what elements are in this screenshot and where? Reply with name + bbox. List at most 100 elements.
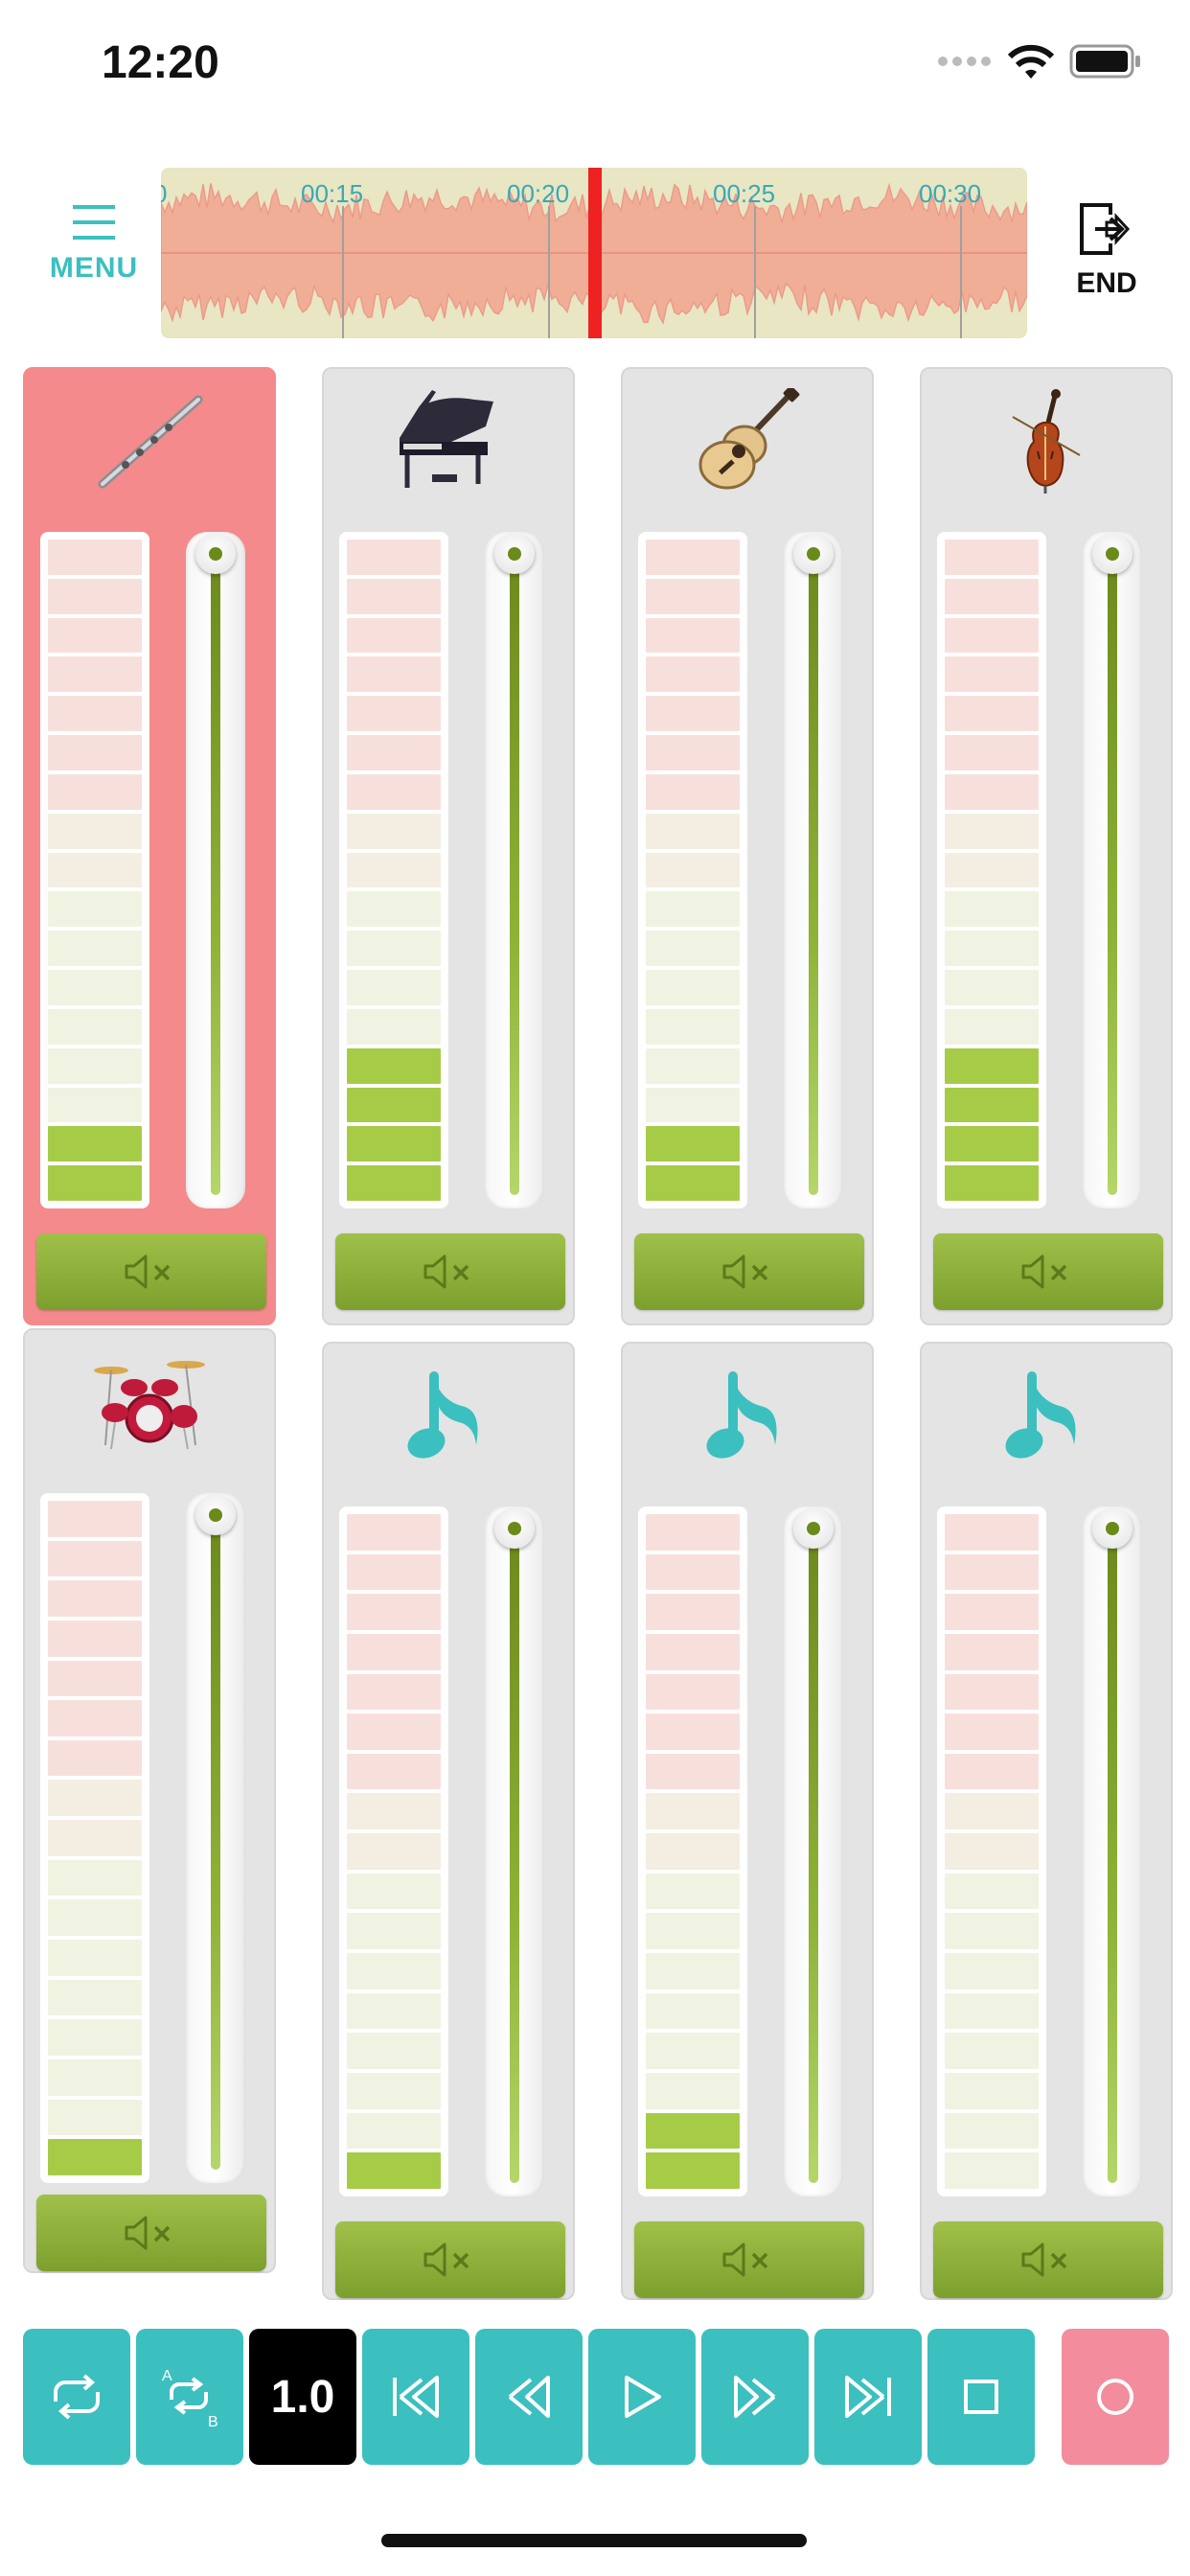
speaker-muted-icon	[722, 2242, 768, 2277]
cello-icon[interactable]	[922, 388, 1171, 494]
signal-icon	[938, 57, 991, 66]
meter-segment	[48, 1820, 142, 1856]
meter-segment	[48, 735, 142, 770]
acoustic-guitar-icon[interactable]	[623, 388, 872, 494]
stop-button[interactable]	[927, 2329, 1035, 2465]
mute-button[interactable]	[933, 2221, 1163, 2298]
meter-segment	[48, 1660, 142, 1697]
meter-segment	[945, 1833, 1039, 1870]
rewind-button[interactable]	[475, 2329, 583, 2465]
fader-track-fill	[510, 1535, 519, 2183]
mute-button[interactable]	[933, 1233, 1163, 1310]
meter-segment	[48, 1899, 142, 1937]
music-note-icon[interactable]	[324, 1363, 573, 1468]
drum-kit-icon[interactable]	[25, 1349, 274, 1455]
mute-button[interactable]	[634, 2221, 864, 2298]
music-note-icon[interactable]	[922, 1363, 1171, 1468]
volume-fader[interactable]	[784, 1506, 843, 2196]
play-button[interactable]	[588, 2329, 696, 2465]
meter-segment	[945, 1165, 1039, 1202]
channel-strip[interactable]	[920, 1342, 1173, 2300]
ab-repeat-button[interactable]: AB	[136, 2329, 243, 2465]
meter-segment	[646, 1913, 740, 1950]
channel-strip[interactable]	[322, 1342, 575, 2300]
grand-piano-icon[interactable]	[324, 388, 573, 494]
channel-strip[interactable]	[322, 367, 575, 1325]
meter-segment	[347, 1514, 441, 1551]
loop-button[interactable]	[23, 2329, 130, 2465]
skip-to-start-button[interactable]	[362, 2329, 469, 2465]
meter-segment	[945, 578, 1039, 614]
meter-segment	[646, 1633, 740, 1670]
timeline-waveform[interactable]: 0 00:15 00:20 00:25 00:30	[161, 168, 1027, 338]
timeline-tick: 00:15	[301, 179, 364, 208]
meter-segment	[646, 2072, 740, 2109]
meter-segment	[945, 1126, 1039, 1162]
svg-text:A: A	[162, 2368, 172, 2384]
meter-segment	[945, 852, 1039, 888]
volume-fader[interactable]	[186, 1493, 245, 2183]
flute-icon[interactable]	[25, 388, 274, 494]
menu-label: MENU	[49, 252, 139, 284]
fast-forward-button[interactable]	[701, 2329, 809, 2465]
speaker-muted-icon	[423, 1254, 469, 1289]
meter-segment	[646, 1553, 740, 1591]
meter-segment	[945, 1514, 1039, 1551]
meter-segment	[646, 2152, 740, 2189]
meter-segment	[646, 656, 740, 693]
fader-knob[interactable]	[793, 534, 834, 574]
record-button[interactable]	[1062, 2329, 1169, 2465]
music-note-icon[interactable]	[623, 1363, 872, 1468]
channel-strip[interactable]	[920, 367, 1173, 1325]
meter-segment	[48, 2058, 142, 2096]
meter-segment	[347, 1714, 441, 1750]
menu-button[interactable]: MENU	[36, 201, 151, 316]
meter-segment	[48, 656, 142, 693]
volume-fader[interactable]	[784, 532, 843, 1208]
stop-icon	[964, 2380, 998, 2414]
volume-fader[interactable]	[1083, 532, 1142, 1208]
mute-button[interactable]	[36, 1233, 266, 1310]
fader-knob[interactable]	[793, 1508, 834, 1549]
channel-strip[interactable]	[621, 367, 874, 1325]
volume-fader[interactable]	[186, 532, 245, 1208]
play-icon	[625, 2376, 661, 2418]
meter-segment	[945, 1913, 1039, 1950]
fader-knob[interactable]	[494, 1508, 535, 1549]
fader-knob[interactable]	[494, 534, 535, 574]
volume-fader[interactable]	[485, 532, 544, 1208]
meter-segment	[48, 2099, 142, 2136]
meter-segment	[646, 1594, 740, 1630]
meter-segment	[48, 1940, 142, 1976]
meter-segment	[347, 1553, 441, 1591]
fader-track-fill	[1108, 561, 1117, 1195]
mute-button[interactable]	[335, 2221, 565, 2298]
speaker-muted-icon	[423, 2242, 469, 2277]
meter-segment	[945, 1873, 1039, 1910]
end-button[interactable]: END	[1054, 201, 1159, 316]
level-meter	[339, 532, 448, 1208]
volume-fader[interactable]	[485, 1506, 544, 2196]
skip-to-end-button[interactable]	[814, 2329, 922, 2465]
fader-knob[interactable]	[1092, 534, 1133, 574]
mute-button[interactable]	[634, 1233, 864, 1310]
playhead[interactable]	[588, 168, 602, 338]
meter-segment	[347, 1165, 441, 1202]
meter-segment	[48, 1126, 142, 1162]
meter-segment	[945, 2072, 1039, 2109]
meter-segment	[945, 1753, 1039, 1790]
volume-fader[interactable]	[1083, 1506, 1142, 2196]
speaker-muted-icon	[1021, 1254, 1067, 1289]
channel-strip[interactable]	[23, 367, 276, 1325]
mute-button[interactable]	[335, 1233, 565, 1310]
channel-strip[interactable]	[621, 1342, 874, 2300]
meter-segment	[646, 773, 740, 810]
mute-button[interactable]	[36, 2195, 266, 2271]
fader-knob[interactable]	[195, 534, 236, 574]
speed-button[interactable]: 1.0	[249, 2329, 356, 2465]
meter-segment	[646, 2033, 740, 2069]
fader-knob[interactable]	[1092, 1508, 1133, 1549]
meter-segment	[48, 970, 142, 1005]
channel-strip[interactable]	[23, 1328, 276, 2273]
fader-knob[interactable]	[195, 1495, 236, 1535]
